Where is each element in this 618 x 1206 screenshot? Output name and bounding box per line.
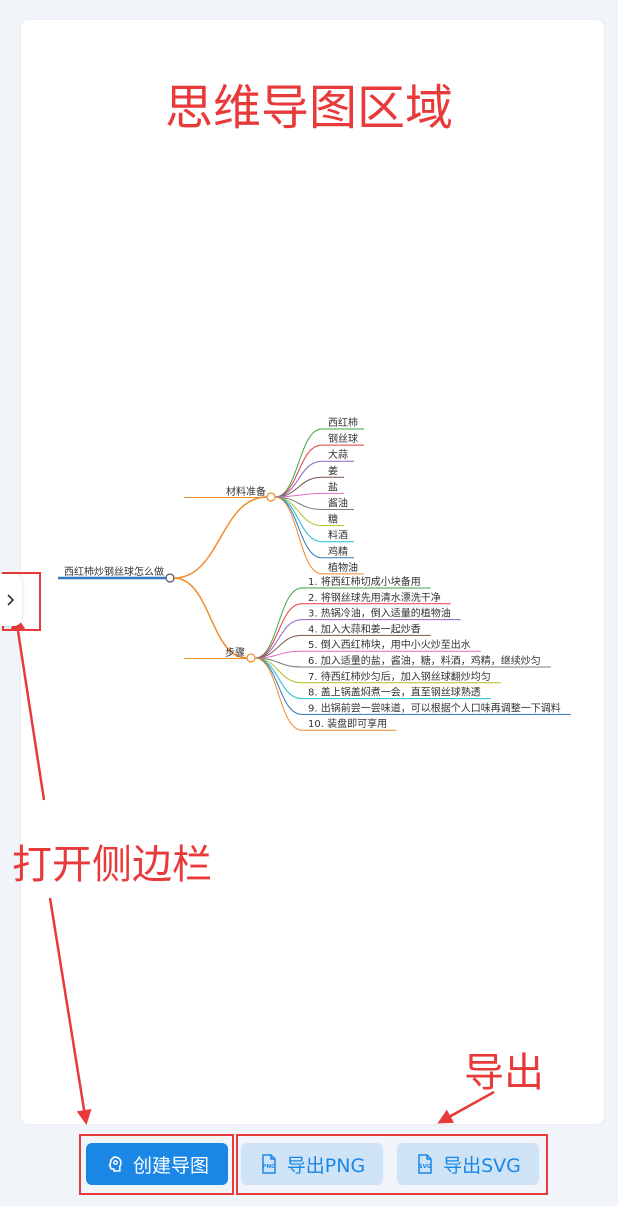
export-svg-label: 导出SVG	[443, 1154, 521, 1177]
annotation-export: 导出	[464, 1050, 544, 1096]
sidebar-toggle-button[interactable]	[0, 574, 22, 626]
annotation-open-sidebar: 打开侧边栏	[12, 842, 212, 888]
brain-head-icon	[108, 1156, 122, 1172]
arrow-to-sidebar-toggle	[10, 615, 46, 801]
svg-file-icon: SVG	[418, 1154, 432, 1174]
png-file-icon: PNG	[262, 1154, 276, 1174]
annotation-arrows	[10, 615, 495, 1125]
arrow-to-create-button	[48, 897, 92, 1125]
export-png-button[interactable]: PNG 导出PNG	[241, 1143, 383, 1185]
svg-text:SVG: SVG	[419, 1164, 432, 1170]
export-png-label: 导出PNG	[286, 1154, 366, 1177]
export-svg-button[interactable]: SVG 导出SVG	[397, 1143, 539, 1185]
create-mindmap-button[interactable]: 创建导图	[86, 1143, 228, 1185]
chevron-right-icon	[7, 594, 15, 606]
create-mindmap-label: 创建导图	[132, 1154, 209, 1177]
svg-text:PNG: PNG	[262, 1164, 276, 1170]
